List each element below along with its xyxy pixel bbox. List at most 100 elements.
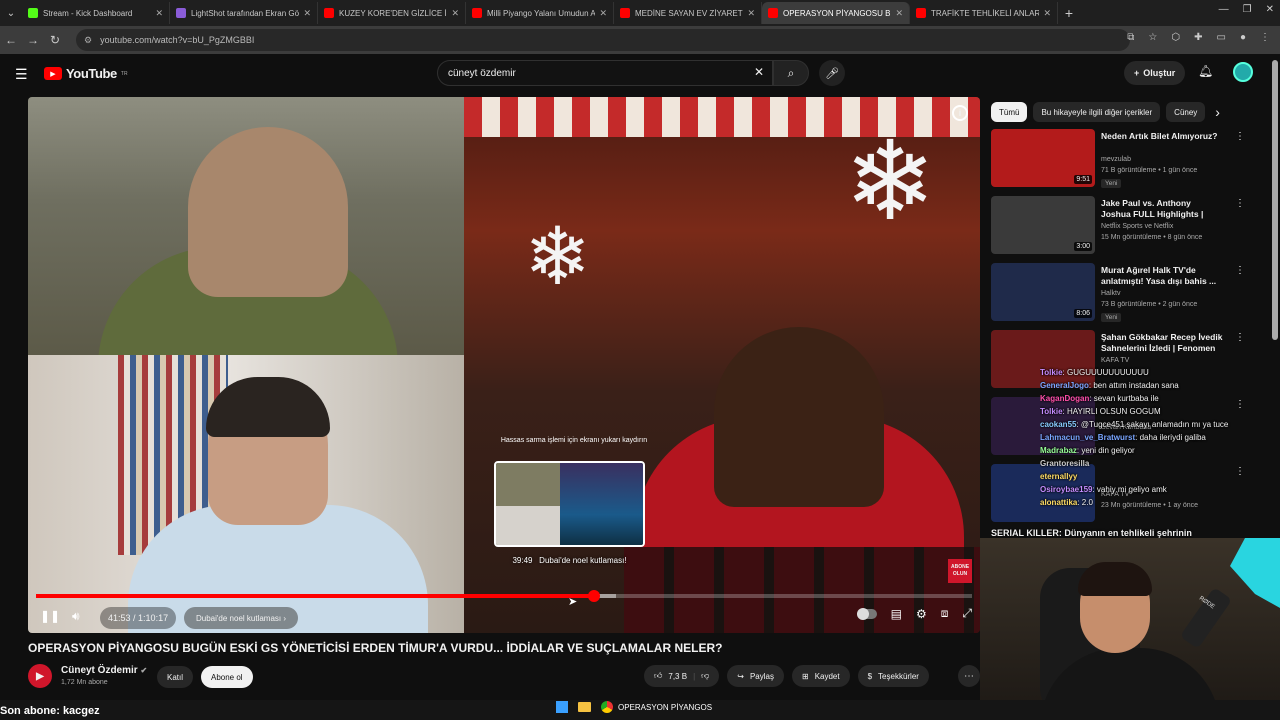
puzzle-icon[interactable]: ✚ (1194, 32, 1202, 43)
pause-icon[interactable]: ❚❚ (40, 609, 60, 623)
browser-tab[interactable]: LightShot tarafından Ekran Gör ✕ (170, 2, 318, 24)
reload-icon[interactable]: ↻ (44, 33, 66, 47)
account-avatar[interactable] (1233, 62, 1253, 82)
maximize-icon[interactable]: ❐ (1243, 4, 1252, 15)
forward-icon[interactable]: → (22, 33, 44, 47)
file-explorer-icon[interactable] (578, 702, 591, 712)
close-window-icon[interactable]: ✕ (1266, 4, 1274, 15)
menu-icon[interactable]: ⋮ (1260, 32, 1270, 43)
filter-chip[interactable]: Bu hikayeyle ilgili diğer içerikler (1033, 102, 1161, 122)
miniplayer-icon[interactable]: ⧈ (941, 606, 949, 621)
video-thumbnail[interactable]: 8:06 (991, 263, 1095, 321)
chat-username: Tolkie (1040, 407, 1063, 416)
browser-tab[interactable]: KUZEY KORE'DEN GİZLİCE İNT ✕ (318, 2, 466, 24)
new-tab-button[interactable]: + (1058, 5, 1080, 21)
rec-meta: 71 B görüntüleme • 1 gün önce (1101, 167, 1198, 174)
chat-message: Tolkie: HAYIRLI OLSUN GOGUM (1040, 405, 1280, 418)
clear-search-icon[interactable]: ✕ (754, 65, 764, 79)
voice-search-button[interactable]: 🎤︎ (819, 60, 845, 86)
site-info-icon[interactable]: ⚙ (84, 35, 92, 46)
notifications-bell-icon[interactable]: 🔔︎ (1198, 64, 1213, 78)
subscribe-button[interactable]: Abone ol (201, 666, 253, 688)
youtube-logo[interactable]: ▶ YouTube TR (44, 66, 128, 81)
tab-close-icon[interactable]: ✕ (155, 8, 163, 19)
chrome-icon (601, 701, 613, 713)
subscribe-watermark[interactable]: ABONE OLUN (948, 559, 972, 583)
preview-frame (496, 463, 560, 506)
tab-search-icon[interactable]: ⌄ (0, 2, 22, 24)
video-thumbnail[interactable]: 9:51 (991, 129, 1095, 187)
filter-chip[interactable]: Cüney (1166, 102, 1206, 122)
recommended-video[interactable]: 8:06 Murat Ağırel Halk TV'de anlatmıştı! … (991, 263, 1245, 325)
video-thumbnail[interactable]: 3:00 (991, 196, 1095, 254)
minimize-icon[interactable]: — (1219, 4, 1229, 15)
share-label: Paylaş (749, 671, 774, 681)
volume-icon[interactable]: 🔊︎ (72, 609, 80, 624)
rec-menu-icon[interactable]: ⋮ (1235, 332, 1245, 343)
browser-tab[interactable]: Milli Piyango Yalanı Umudun A ✕ (466, 2, 614, 24)
thanks-button[interactable]: $ Teşekkürler (857, 665, 929, 687)
tab-close-icon[interactable]: ✕ (303, 8, 311, 19)
tab-close-icon[interactable]: ✕ (895, 8, 903, 19)
tab-close-icon[interactable]: ✕ (747, 8, 755, 19)
fullscreen-icon[interactable]: ⤢ (962, 606, 972, 621)
chat-username: Madrabaz (1040, 446, 1077, 455)
search-input[interactable]: cüneyt özdemir ✕ (437, 60, 773, 86)
chips-next-icon[interactable]: › (1215, 104, 1220, 120)
page-scrollbar[interactable] (1272, 60, 1278, 340)
install-icon[interactable]: ⧉ (1127, 32, 1134, 43)
rec-menu-icon[interactable]: ⋮ (1235, 131, 1245, 142)
extension-icon[interactable]: ⬡ (1171, 32, 1180, 43)
tab-title: Milli Piyango Yalanı Umudun A (487, 8, 596, 18)
share-button[interactable]: ↪ Paylaş (727, 665, 784, 687)
partial-recommendation[interactable]: SERIAL KILLER: Dünyanın en tehlikeli şeh… (991, 528, 1241, 542)
create-button[interactable]: + Oluştur (1124, 61, 1186, 85)
sidepanel-icon[interactable]: ▭ (1217, 32, 1226, 43)
channel-name[interactable]: Cüneyt Özdemir ✔ (61, 665, 147, 676)
duration-badge: 9:51 (1074, 175, 1092, 184)
like-icon[interactable]: 👍︎ (654, 671, 662, 681)
settings-gear-icon[interactable]: ⚙ (916, 607, 927, 621)
browser-tab[interactable]: OPERASYON PİYANGOSU B ✕ (762, 2, 910, 24)
join-button[interactable]: Katıl (157, 666, 194, 688)
browser-tab[interactable]: TRAFİKTE TEHLİKELİ ANLARI - ✕ (910, 2, 1058, 24)
info-icon[interactable]: i (952, 105, 968, 121)
subtitles-icon[interactable]: ▤ (891, 607, 902, 621)
autoplay-toggle[interactable] (856, 607, 877, 620)
tab-close-icon[interactable]: ✕ (451, 8, 459, 19)
back-icon[interactable]: ← (0, 33, 22, 47)
progress-bar[interactable] (36, 590, 972, 602)
chat-text: : sevan kurtbaba ile (1089, 394, 1159, 403)
tab-close-icon[interactable]: ✕ (599, 8, 607, 19)
video-player[interactable]: ❄ ❄ i ABONE OLUN Hassas sarma işlemi içi… (28, 97, 980, 633)
windows-start-icon[interactable] (556, 701, 568, 713)
tab-title: LightShot tarafından Ekran Gör (191, 8, 300, 18)
tab-close-icon[interactable]: ✕ (1043, 8, 1051, 19)
channel-avatar[interactable]: ▶ (28, 664, 52, 688)
rec-menu-icon[interactable]: ⋮ (1235, 265, 1245, 276)
preview-time: 39:49 Dubai'de noel kutlaması! (494, 556, 645, 565)
woman-head (714, 327, 884, 507)
scrubber-handle[interactable] (587, 590, 600, 602)
new-badge: Yeni (1101, 179, 1122, 188)
url-field[interactable]: ⚙ youtube.com/watch?v=bU_PgZMGBBI (76, 29, 1130, 51)
duration-badge: 8:06 (1074, 309, 1092, 318)
video-actions: 👍︎ 7,3 B | 👎︎ ↪ Paylaş ⊞ Kaydet $ Teşekkürl… (644, 665, 929, 687)
browser-tab[interactable]: MEDİNE SAYAN EV ZİYARETİ - ✕ (614, 2, 762, 24)
hamburger-menu-icon[interactable]: ☰ (15, 66, 28, 83)
rec-menu-icon[interactable]: ⋮ (1235, 198, 1245, 209)
recommended-video[interactable]: 3:00 Jake Paul vs. Anthony Joshua FULL Hi… (991, 196, 1245, 258)
save-label: Kaydet (814, 671, 840, 681)
bookmark-star-icon[interactable]: ☆ (1148, 32, 1157, 43)
search-button[interactable]: ⌕ (773, 60, 809, 86)
chapter-button[interactable]: Dubai'de noel kutlaması › (184, 607, 299, 629)
more-actions-icon[interactable]: ⋯ (958, 665, 980, 687)
profile-icon[interactable]: ● (1240, 32, 1246, 43)
like-dislike-button[interactable]: 👍︎ 7,3 B | 👎︎ (644, 665, 720, 687)
filter-chip[interactable]: Tümü (991, 102, 1028, 122)
browser-tab[interactable]: Stream - Kick Dashboard ✕ (22, 2, 170, 24)
recommended-video[interactable]: 9:51 Neden Artık Bilet Almıyoruz? mevzulab… (991, 129, 1245, 191)
dislike-icon[interactable]: 👎︎ (701, 671, 709, 681)
taskbar-chrome-item[interactable]: OPERASYON PİYANGOS (601, 701, 712, 713)
save-button[interactable]: ⊞ Kaydet (791, 665, 850, 687)
